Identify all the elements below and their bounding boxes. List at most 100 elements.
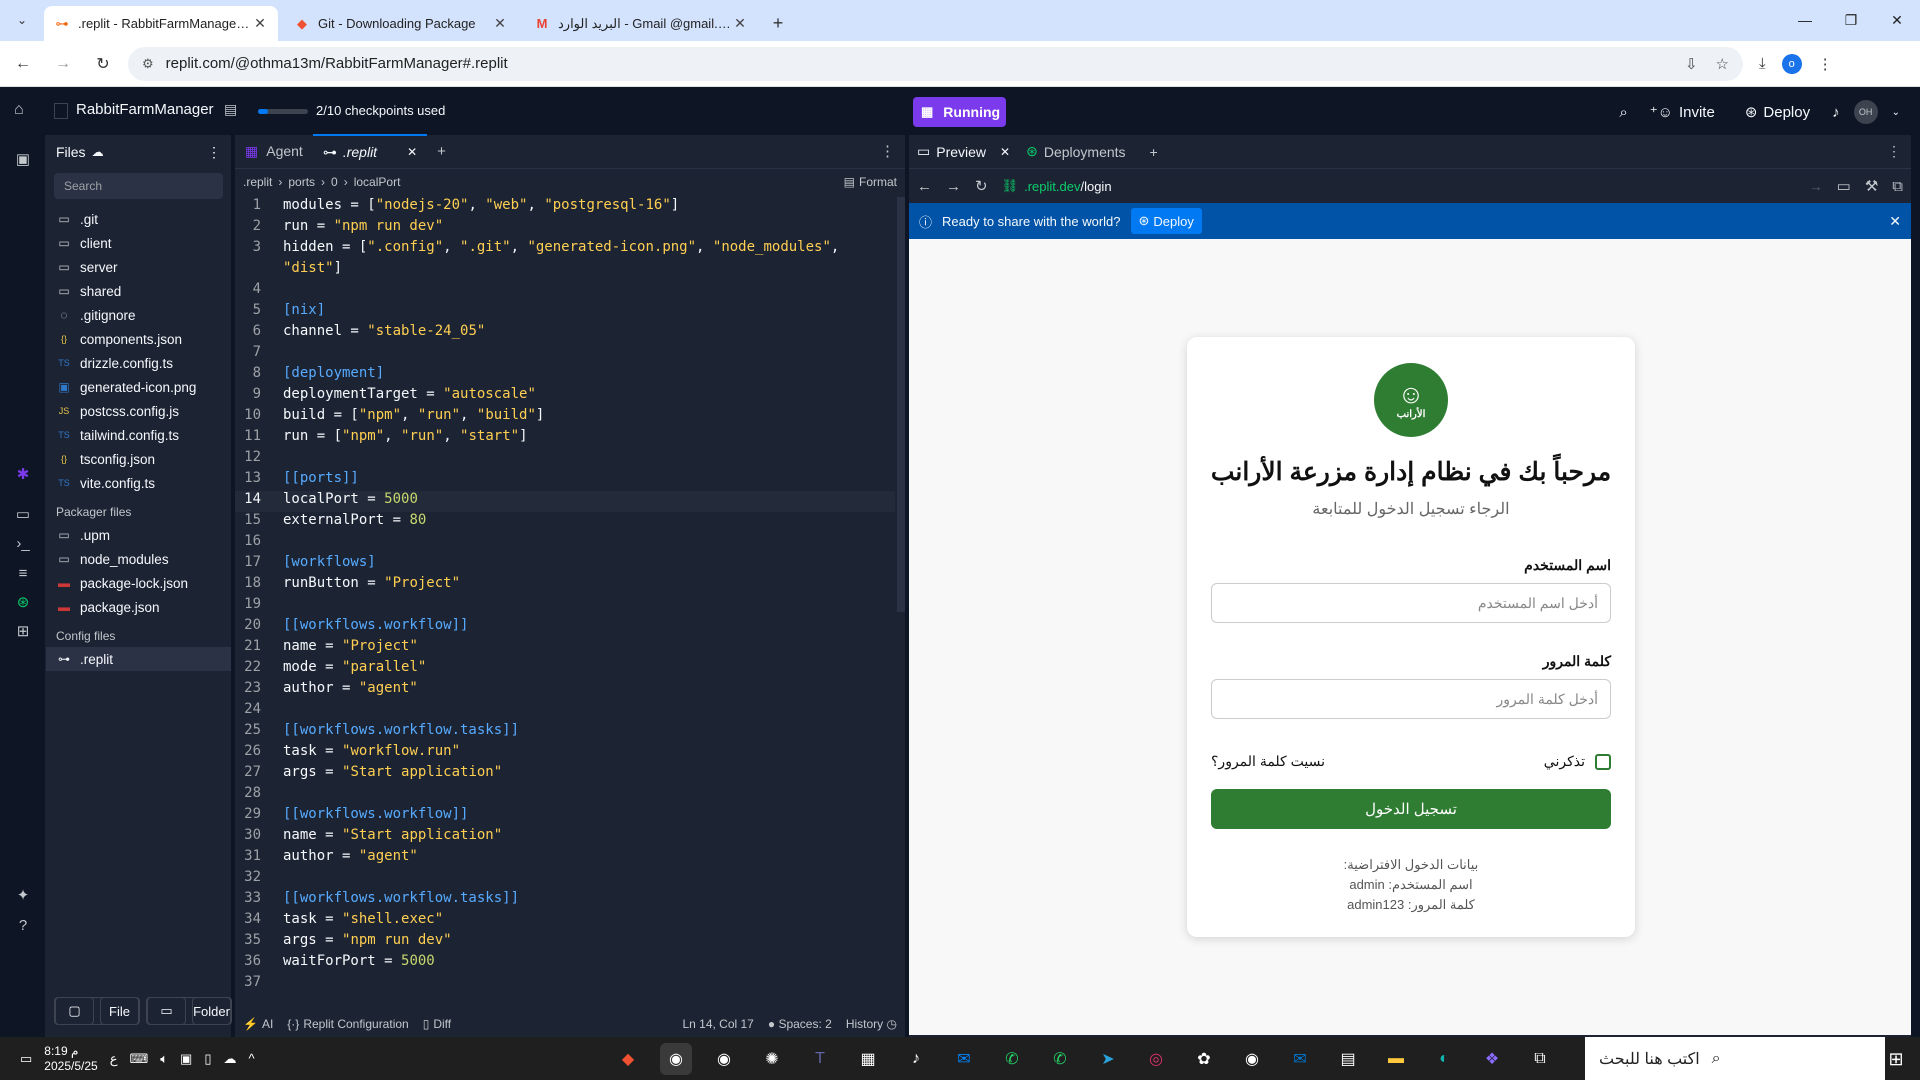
chrome-active-icon[interactable]: ◉: [660, 1042, 692, 1075]
ai-button[interactable]: ⚡ AI: [243, 1017, 273, 1031]
shell-icon[interactable]: ›_: [13, 533, 33, 553]
code-line[interactable]: "dist"]: [235, 260, 895, 281]
code-line[interactable]: 5 [nix]: [235, 302, 895, 323]
diff-button[interactable]: ▯ Diff: [423, 1017, 451, 1031]
code-line[interactable]: 17 [workflows]: [235, 554, 895, 575]
install-app-icon[interactable]: ⇩: [1685, 55, 1698, 73]
bookmark-star-icon[interactable]: ☆: [1716, 55, 1729, 73]
taskbar-search[interactable]: ⌕ اكتب هنا للبحث: [1585, 1037, 1885, 1080]
git-gui-icon[interactable]: ◆: [612, 1043, 644, 1075]
instagram-icon[interactable]: ◎: [1140, 1043, 1172, 1075]
code-line[interactable]: 12: [235, 449, 895, 470]
new-folder-button[interactable]: ▭ Folder: [146, 997, 232, 1025]
banner-deploy-button[interactable]: ⊛ Deploy: [1130, 208, 1202, 234]
chrome-icon[interactable]: ◉: [1236, 1043, 1268, 1075]
file-tree-item[interactable]: ▭ client: [46, 231, 231, 255]
url-text[interactable]: replit.com/@othma13m/RabbitFarmManager#.…: [166, 55, 1685, 72]
code-line[interactable]: 31 author = "agent": [235, 848, 895, 869]
code-line[interactable]: 22 mode = "parallel": [235, 659, 895, 680]
preview-reload-icon[interactable]: ↻: [975, 177, 988, 195]
breadcrumb-item[interactable]: 0: [331, 175, 338, 189]
preview-back-icon[interactable]: ←: [917, 178, 932, 195]
code-line[interactable]: 28: [235, 785, 895, 806]
search-icon[interactable]: ⌕: [1619, 104, 1627, 121]
code-line[interactable]: 23 author = "agent": [235, 680, 895, 701]
replit-configuration-button[interactable]: {·} Replit Configuration: [287, 1017, 408, 1031]
remember-checkbox[interactable]: [1595, 753, 1611, 770]
task-view-icon[interactable]: ⧉: [1524, 1043, 1556, 1075]
app-icon[interactable]: ✿: [1188, 1043, 1220, 1075]
close-banner-icon[interactable]: ✕: [1889, 213, 1901, 230]
code-line[interactable]: 20 [[workflows.workflow]]: [235, 617, 895, 638]
tab-preview[interactable]: ▭ Preview ✕: [909, 135, 1018, 169]
tab-search-icon[interactable]: ⌄: [4, 2, 40, 38]
outlook-icon[interactable]: ✉: [1284, 1043, 1316, 1075]
code-line[interactable]: 4: [235, 281, 895, 302]
username-input[interactable]: أدخل اسم المستخدم: [1211, 583, 1611, 623]
code-line[interactable]: 27 args = "Start application": [235, 764, 895, 785]
windows-start-icon[interactable]: ⊞: [1880, 1043, 1912, 1075]
user-avatar[interactable]: OH: [1853, 100, 1878, 124]
show-hidden-icons-icon[interactable]: ^: [248, 1051, 254, 1066]
notifications-bell-icon[interactable]: ♪: [1832, 104, 1840, 121]
add-tab-icon[interactable]: +: [427, 134, 456, 168]
code-line[interactable]: 24: [235, 701, 895, 722]
chrome-profile-icon[interactable]: ◉: [708, 1043, 740, 1075]
network-icon[interactable]: ▣: [180, 1051, 192, 1067]
code-line[interactable]: 36 waitForPort = 5000: [235, 953, 895, 974]
forgot-password-link[interactable]: نسيت كلمة المرور؟: [1211, 753, 1325, 770]
battery-icon[interactable]: ▯: [204, 1051, 211, 1067]
file-tree-item[interactable]: ▣ generated-icon.png: [46, 375, 231, 399]
whatsapp-icon[interactable]: ✆: [996, 1043, 1028, 1075]
sparkle-icon[interactable]: ✦: [13, 885, 33, 905]
history-button[interactable]: History ◷: [846, 1017, 897, 1031]
back-icon[interactable]: ←: [6, 47, 40, 81]
restore-icon[interactable]: ❐: [1828, 0, 1874, 40]
file-tree-item[interactable]: TS tailwind.config.ts: [46, 423, 231, 447]
indentation-setting[interactable]: ● Spaces: 2: [768, 1017, 832, 1031]
copilot-icon[interactable]: ❖: [1476, 1043, 1508, 1075]
file-tree-item[interactable]: {} components.json: [46, 327, 231, 351]
all-tools-icon[interactable]: ⊞: [13, 621, 33, 641]
help-icon[interactable]: ?: [13, 915, 33, 935]
code-line[interactable]: 14 localPort = 5000: [235, 491, 895, 512]
remember-me[interactable]: تذكرني: [1544, 753, 1611, 770]
deployments-icon[interactable]: ⊛: [13, 592, 33, 612]
teams-icon[interactable]: T: [804, 1043, 836, 1075]
tiktok-icon[interactable]: ♪: [900, 1043, 932, 1075]
devtools-icon[interactable]: ⚒: [1865, 177, 1878, 195]
open-new-tab-icon[interactable]: ⧉: [1892, 178, 1903, 195]
reload-icon[interactable]: ↻: [86, 47, 120, 81]
code-line[interactable]: 30 name = "Start application": [235, 827, 895, 848]
code-line[interactable]: 1 modules = ["nodejs-20", "web", "postgre…: [235, 197, 895, 218]
code-line[interactable]: 29 [[workflows.workflow]]: [235, 806, 895, 827]
chatgpt-icon[interactable]: ✺: [756, 1043, 788, 1075]
file-tree-item[interactable]: TS vite.config.ts: [46, 471, 231, 495]
messenger-icon[interactable]: ✉: [948, 1043, 980, 1075]
file-tree-item[interactable]: {} tsconfig.json: [46, 447, 231, 471]
minimize-icon[interactable]: —: [1782, 0, 1828, 40]
code-line[interactable]: 32: [235, 869, 895, 890]
code-line[interactable]: 3 hidden = [".config", ".git", "generated…: [235, 239, 895, 260]
invite-button[interactable]: ⁺☺ Invite: [1642, 97, 1723, 127]
downloads-icon[interactable]: ⤓: [1759, 55, 1766, 72]
file-tree-item[interactable]: TS drizzle.config.ts: [46, 351, 231, 375]
file-tree-item[interactable]: ▬ package-lock.json: [46, 571, 231, 595]
tab-deployments[interactable]: ⊛ Deployments: [1018, 135, 1133, 169]
code-line[interactable]: 34 task = "shell.exec": [235, 911, 895, 932]
project-info-icon[interactable]: ▤: [224, 101, 237, 118]
edge-icon[interactable]: ◐: [1428, 1043, 1460, 1075]
forward-icon[interactable]: →: [46, 47, 80, 81]
code-line[interactable]: 26 task = "workflow.run": [235, 743, 895, 764]
preview-icon[interactable]: ▭: [13, 504, 33, 524]
file-tree-item[interactable]: ▭ .upm: [46, 523, 231, 547]
breadcrumb-item[interactable]: .replit: [243, 175, 272, 189]
breadcrumb-item[interactable]: localPort: [354, 175, 401, 189]
volume-icon[interactable]: 🔈︎: [160, 1051, 168, 1067]
cursor-position[interactable]: Ln 14, Col 17: [682, 1017, 753, 1031]
file-tree-item[interactable]: ▭ .git: [46, 207, 231, 231]
code-line[interactable]: 10 build = ["npm", "run", "build"]: [235, 407, 895, 428]
code-line[interactable]: 19: [235, 596, 895, 617]
go-arrow-icon[interactable]: →: [1810, 179, 1823, 194]
code-line[interactable]: 18 runButton = "Project": [235, 575, 895, 596]
